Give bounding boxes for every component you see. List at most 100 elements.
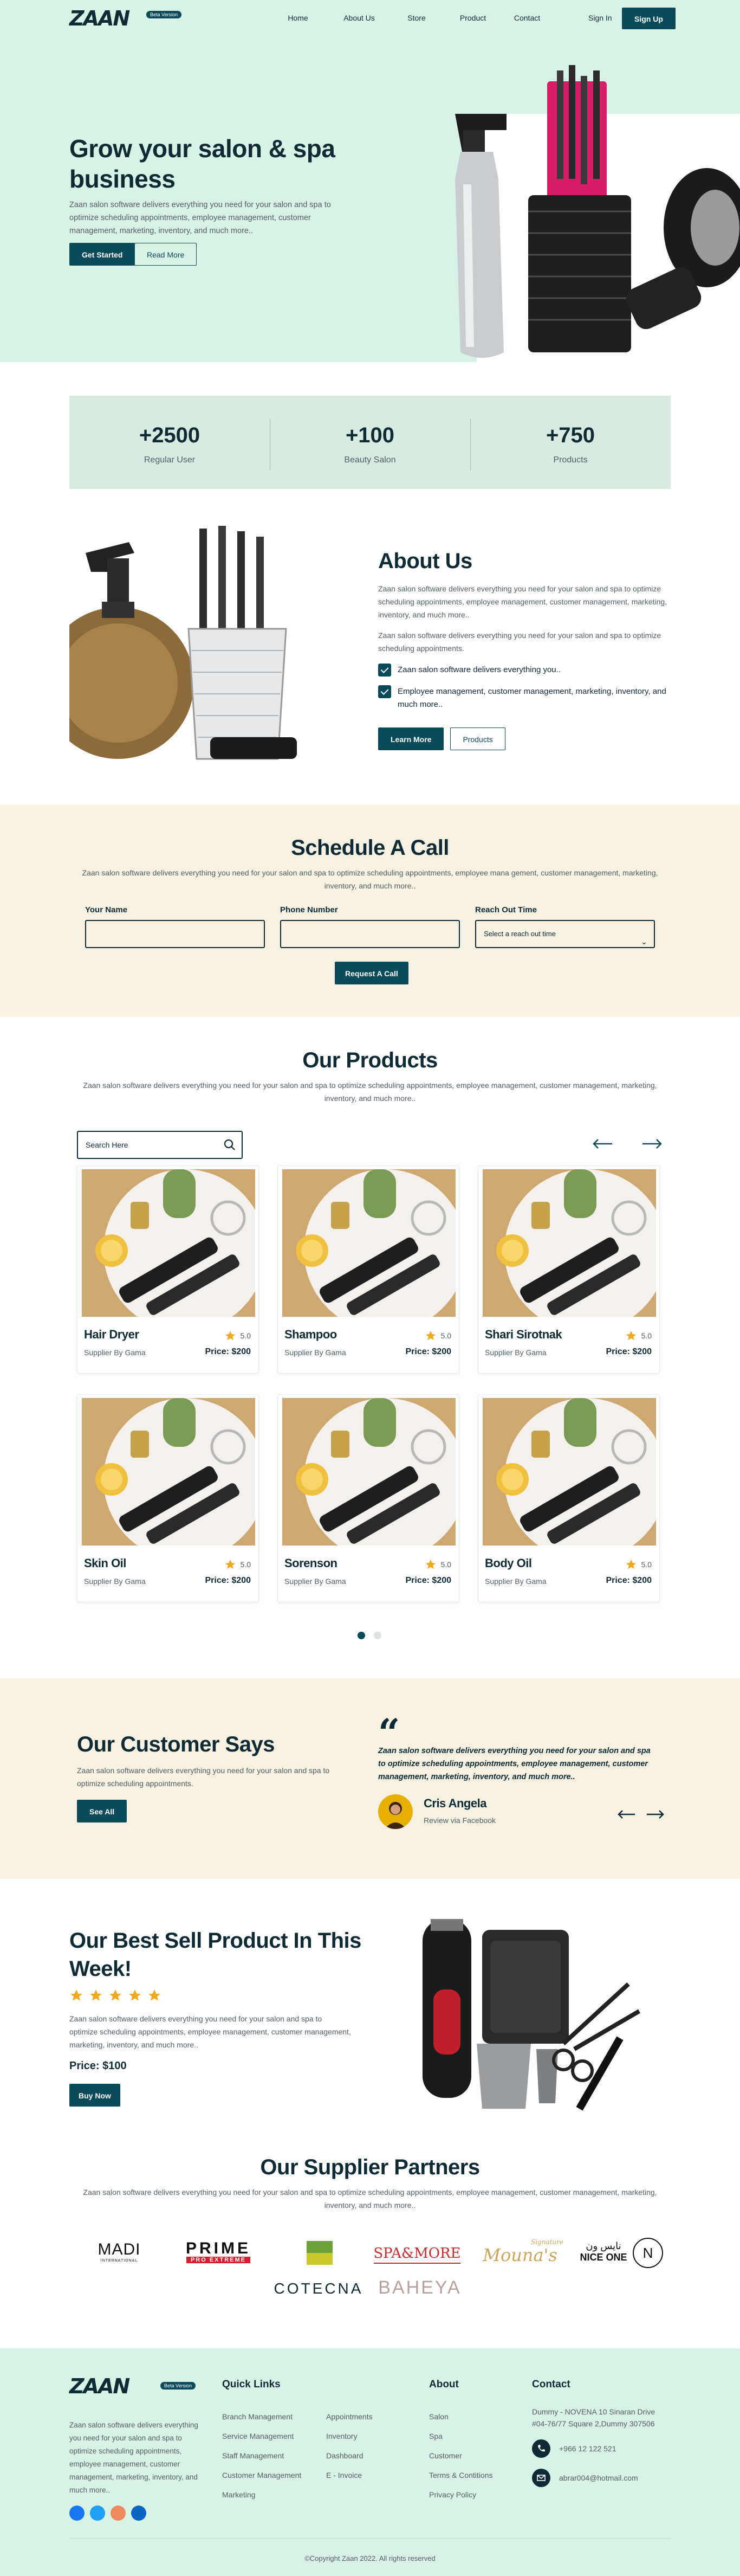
arrow-right-icon[interactable] [641, 1137, 663, 1150]
product-supplier: Supplier By Gama [84, 1348, 146, 1357]
star-icon [109, 1989, 121, 2001]
testimonial-text: Zaan salon software delivers everything … [77, 1766, 330, 1788]
nav-product[interactable]: Product [458, 8, 488, 28]
testimonial-section: Our Customer Says Zaan salon software de… [0, 1678, 740, 1879]
product-image [282, 1398, 456, 1545]
rating-value: 5.0 [440, 1331, 451, 1340]
avatar [378, 1794, 413, 1829]
product-rating: 5.0 [224, 1559, 251, 1570]
linkedin-icon[interactable] [131, 2506, 146, 2521]
about-links-title: About [429, 2379, 459, 2390]
testimonial-quote: Zaan salon software delivers everything … [378, 1747, 651, 1781]
footer-link[interactable]: Terms & Contitions [429, 2471, 492, 2480]
read-more-button[interactable]: Read More [134, 243, 197, 266]
sign-in-link[interactable]: Sign In [588, 8, 612, 28]
product-name: Skin Oil [84, 1556, 126, 1570]
product-card[interactable]: Shampoo 5.0 Supplier By Gama Price: $200 [277, 1165, 459, 1374]
arrow-right-icon[interactable] [646, 1808, 665, 1820]
products-button[interactable]: Products [450, 727, 505, 750]
carousel-dot[interactable] [374, 1632, 381, 1639]
nav-store[interactable]: Store [407, 8, 426, 28]
social-links [69, 2506, 146, 2521]
site-header: ZAAN Beta Version Home About Us Store Pr… [0, 0, 740, 36]
facebook-icon[interactable] [69, 2506, 85, 2521]
stat-label: Products [553, 455, 588, 465]
schedule-title: Schedule A Call [291, 836, 449, 860]
request-call-button[interactable]: Request A Call [335, 962, 408, 984]
star-icon [129, 1989, 141, 2001]
hero-text: Zaan salon software delivers everything … [69, 201, 331, 235]
select-value: Select a reach out time [484, 930, 556, 938]
footer-link[interactable]: E - Invoice [326, 2471, 362, 2480]
reach-time-select[interactable]: Select a reach out time ⌄ [475, 920, 655, 948]
carousel-dot-active[interactable] [358, 1632, 365, 1639]
rating-value: 5.0 [641, 1560, 652, 1569]
product-rating: 5.0 [625, 1330, 652, 1342]
footer-link[interactable]: Marketing [222, 2490, 255, 2499]
search-input[interactable]: Search Here [77, 1131, 243, 1159]
contact-phone-row[interactable]: +966 12 122 521 [532, 2439, 616, 2458]
name-input[interactable] [85, 920, 265, 948]
product-card[interactable]: Hair Dryer 5.0 Supplier By Gama Price: $200 [77, 1165, 259, 1374]
products-text: Zaan salon software delivers everything … [83, 1081, 657, 1103]
nav-about[interactable]: About Us [343, 8, 375, 28]
footer-link[interactable]: Customer [429, 2451, 462, 2460]
testimonial-title: Our Customer Says [77, 1733, 275, 1756]
see-all-button[interactable]: See All [77, 1800, 127, 1822]
product-rating: 5.0 [625, 1559, 652, 1570]
footer-link[interactable]: Customer Management [222, 2471, 301, 2480]
search-icon[interactable] [223, 1138, 236, 1151]
footer-logo[interactable]: ZAAN Beta Version [69, 2374, 196, 2401]
phone-input[interactable] [280, 920, 460, 948]
contact-email-row[interactable]: abrar004@hotmail.com [532, 2469, 638, 2487]
footer-link[interactable]: Branch Management [222, 2412, 293, 2421]
footer-link[interactable]: Privacy Policy [429, 2490, 476, 2499]
star-icon [225, 1559, 235, 1569]
arrow-left-icon[interactable] [616, 1808, 636, 1820]
contact-phone: +966 12 122 521 [559, 2444, 616, 2453]
sign-up-button[interactable]: Sign Up [622, 8, 676, 29]
product-name: Shampoo [284, 1328, 337, 1341]
stat-salons: +100 Beauty Salon [270, 396, 470, 489]
nav-contact[interactable]: Contact [512, 8, 542, 28]
product-card[interactable]: Sorenson 5.0 Supplier By Gama Price: $200 [277, 1394, 459, 1602]
hero-title: Grow your salon & spa business [69, 134, 335, 193]
product-price: Price: $200 [405, 1576, 451, 1585]
stat-products: +750 Products [470, 396, 671, 489]
footer-link[interactable]: Inventory [326, 2432, 358, 2440]
check-text: Employee management, customer management… [398, 687, 666, 709]
product-rating: 5.0 [425, 1559, 451, 1570]
green-brand-logo [307, 2241, 333, 2265]
get-started-button[interactable]: Get Started [69, 243, 135, 266]
check-icon [378, 685, 391, 698]
hero-section: Grow your salon & spa business Zaan salo… [0, 0, 740, 363]
footer-link[interactable]: Appointments [326, 2412, 373, 2421]
product-price: Price: $200 [405, 1347, 451, 1356]
about-section: About Us Zaan salon software delivers ev… [378, 548, 671, 750]
footer-link[interactable]: Salon [429, 2412, 449, 2421]
footer-link[interactable]: Staff Management [222, 2451, 284, 2460]
footer-link[interactable]: Service Management [222, 2432, 294, 2440]
twitter-icon[interactable] [90, 2506, 105, 2521]
product-card[interactable]: Skin Oil 5.0 Supplier By Gama Price: $200 [77, 1394, 259, 1602]
product-card[interactable]: Body Oil 5.0 Supplier By Gama Price: $200 [478, 1394, 660, 1602]
logo-text: ZAAN [69, 2374, 130, 2398]
footer-link[interactable]: Spa [429, 2432, 443, 2440]
nav-home[interactable]: Home [286, 8, 310, 28]
buy-now-button[interactable]: Buy Now [69, 2084, 120, 2107]
product-price: Price: $200 [205, 1347, 251, 1356]
learn-more-button[interactable]: Learn More [378, 727, 444, 750]
chevron-down-icon: ⌄ [641, 937, 647, 946]
zaan-logo[interactable]: ZAAN Beta Version [69, 7, 182, 30]
product-card[interactable]: Shari Sirotnak 5.0 Supplier By Gama Price: … [478, 1165, 660, 1374]
beta-badge: Beta Version [160, 2382, 196, 2390]
schedule-text: Zaan salon software delivers everything … [82, 868, 658, 890]
instagram-icon[interactable] [111, 2506, 126, 2521]
partners-text: Zaan salon software delivers everything … [83, 2188, 657, 2210]
footer-link[interactable]: Dashboard [326, 2451, 363, 2460]
search-placeholder: Search Here [86, 1141, 128, 1149]
time-label: Reach Out Time [475, 905, 537, 915]
arrow-left-icon[interactable] [592, 1137, 613, 1150]
nice-one-n-logo: N [633, 2238, 663, 2268]
author-name: Cris Angela [424, 1796, 486, 1810]
